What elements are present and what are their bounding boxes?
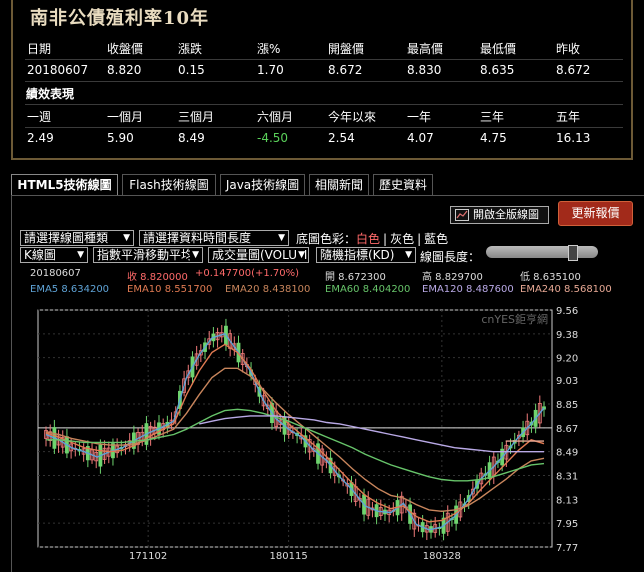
chart-type-select-value: 請選擇線圖種類 <box>24 231 109 245</box>
info-high: 高 8.829700 <box>422 272 483 283</box>
perf-value: 16.13 <box>556 131 591 145</box>
chart-tabs: HTML5技術線圖 Flash技術線圖 Java技術線圖 相關新聞 歷史資料 <box>11 174 433 196</box>
quote-label: 昨收 <box>556 42 581 56</box>
chevron-down-icon: ▼ <box>278 233 285 243</box>
divider <box>25 104 623 105</box>
refresh-quote-button[interactable]: 更新報價 <box>558 201 633 226</box>
divider <box>25 59 623 60</box>
chevron-down-icon: ▼ <box>123 233 130 243</box>
bg-color-options: 底圖色彩：白色 | 灰色 | 藍色 <box>296 230 448 247</box>
kline-select-value: K線圖 <box>24 248 56 262</box>
tab-html5-chart[interactable]: HTML5技術線圖 <box>11 174 118 196</box>
chart-length-label: 線圖長度： <box>420 250 481 264</box>
separator: | <box>417 232 422 246</box>
quote-panel: 南非公債殖利率10年 日期 收盤價 漲跌 漲% 開盤價 最高價 最低價 昨收 2… <box>11 0 633 160</box>
quote-value: 8.830 <box>407 63 442 77</box>
quote-label: 日期 <box>27 42 52 56</box>
perf-label: 一個月 <box>107 110 144 124</box>
info-close: 收 8.820000 <box>127 272 188 283</box>
info-date: 20180607 <box>30 268 81 279</box>
divider <box>25 81 623 82</box>
perf-label: 三個月 <box>178 110 215 124</box>
quote-value: 8.672 <box>328 63 363 77</box>
quote-value: 1.70 <box>257 63 284 77</box>
perf-value: 2.54 <box>328 131 355 145</box>
info-open: 開 8.672300 <box>325 272 386 283</box>
info-ema60: EMA60 8.404200 <box>325 284 411 295</box>
chevron-down-icon: ▼ <box>405 250 412 260</box>
tab-java-chart[interactable]: Java技術線圖 <box>220 174 305 196</box>
fullscreen-chart-button[interactable]: 開啟全版線圖 <box>450 206 549 224</box>
tab-history[interactable]: 歷史資料 <box>373 174 433 196</box>
quote-label: 漲% <box>257 42 281 56</box>
quote-value: 8.820 <box>107 63 142 77</box>
perf-label: 六個月 <box>257 110 294 124</box>
indicator-select-value: 指數平滑移動平均 <box>97 248 194 262</box>
volume-select[interactable]: 成交量圖(VOLUME) ▼ <box>208 247 309 263</box>
info-ema10: EMA10 8.551700 <box>127 284 213 295</box>
bg-blue-option[interactable]: 藍色 <box>424 232 448 246</box>
kd-select-value: 隨機指標(KD) <box>320 248 395 262</box>
perf-label: 五年 <box>556 110 581 124</box>
bg-white-option[interactable]: 白色 <box>356 232 380 246</box>
chart-type-select[interactable]: 請選擇線圖種類 ▼ <box>20 230 134 246</box>
bg-color-label: 底圖色彩： <box>296 232 357 246</box>
period-select-value: 請選擇資料時間長度 <box>143 231 252 245</box>
perf-value: 5.90 <box>107 131 134 145</box>
performance-title: 績效表現 <box>26 87 75 101</box>
info-low: 低 8.635100 <box>520 272 581 283</box>
quote-value: 20180607 <box>27 63 89 77</box>
chart-icon <box>455 209 469 221</box>
period-select[interactable]: 請選擇資料時間長度 ▼ <box>139 230 289 246</box>
slider-handle[interactable] <box>568 245 578 261</box>
fullscreen-chart-label: 開啟全版線圖 <box>473 208 539 221</box>
perf-value: 8.49 <box>178 131 205 145</box>
bg-gray-option[interactable]: 灰色 <box>390 232 414 246</box>
page-title: 南非公債殖利率10年 <box>30 8 210 29</box>
quote-value: 0.15 <box>178 63 205 77</box>
volume-select-value: 成交量圖(VOLUME) <box>212 248 309 262</box>
quote-value: 8.672 <box>556 63 591 77</box>
quote-label: 收盤價 <box>107 42 144 56</box>
chevron-down-icon: ▼ <box>77 250 84 260</box>
quote-label: 開盤價 <box>328 42 365 56</box>
perf-label: 一年 <box>407 110 432 124</box>
quote-label: 漲跌 <box>178 42 203 56</box>
quote-value: 8.635 <box>480 63 515 77</box>
quote-labels-row: 日期 收盤價 漲跌 漲% 開盤價 最高價 最低價 昨收 <box>25 38 623 58</box>
divider <box>25 127 623 128</box>
kd-select[interactable]: 隨機指標(KD) ▼ <box>316 247 416 263</box>
perf-value: 2.49 <box>27 131 54 145</box>
info-ema5: EMA5 8.634200 <box>30 284 110 295</box>
chart-length-slider[interactable] <box>486 245 598 261</box>
perf-value: 4.07 <box>407 131 434 145</box>
perf-label: 今年以來 <box>328 110 377 124</box>
info-change: +0.147700(+1.70%) <box>195 268 300 279</box>
perf-label: 三年 <box>480 110 505 124</box>
info-ema240: EMA240 8.568100 <box>520 284 612 295</box>
perf-label: 一週 <box>27 110 52 124</box>
performance-labels-row: 一週 一個月 三個月 六個月 今年以來 一年 三年 五年 <box>25 106 623 126</box>
quote-values-row: 20180607 8.820 0.15 1.70 8.672 8.830 8.6… <box>25 61 623 81</box>
chevron-down-icon: ▼ <box>190 248 199 262</box>
quote-label: 最低價 <box>480 42 517 56</box>
tab-related-news[interactable]: 相關新聞 <box>309 174 369 196</box>
info-ema20: EMA20 8.438100 <box>225 284 311 295</box>
kline-select[interactable]: K線圖 ▼ <box>20 247 88 263</box>
quote-label: 最高價 <box>407 42 444 56</box>
performance-values-row: 2.49 5.90 8.49 -4.50 2.54 4.07 4.75 16.1… <box>25 129 623 149</box>
tab-flash-chart[interactable]: Flash技術線圖 <box>122 174 216 196</box>
info-ema120: EMA120 8.487600 <box>422 284 514 295</box>
chevron-down-icon: ▼ <box>296 248 305 262</box>
separator: | <box>383 232 388 246</box>
perf-value: 4.75 <box>480 131 507 145</box>
indicator-select[interactable]: 指數平滑移動平均 ▼ <box>93 247 203 263</box>
perf-value-negative: -4.50 <box>257 131 289 145</box>
